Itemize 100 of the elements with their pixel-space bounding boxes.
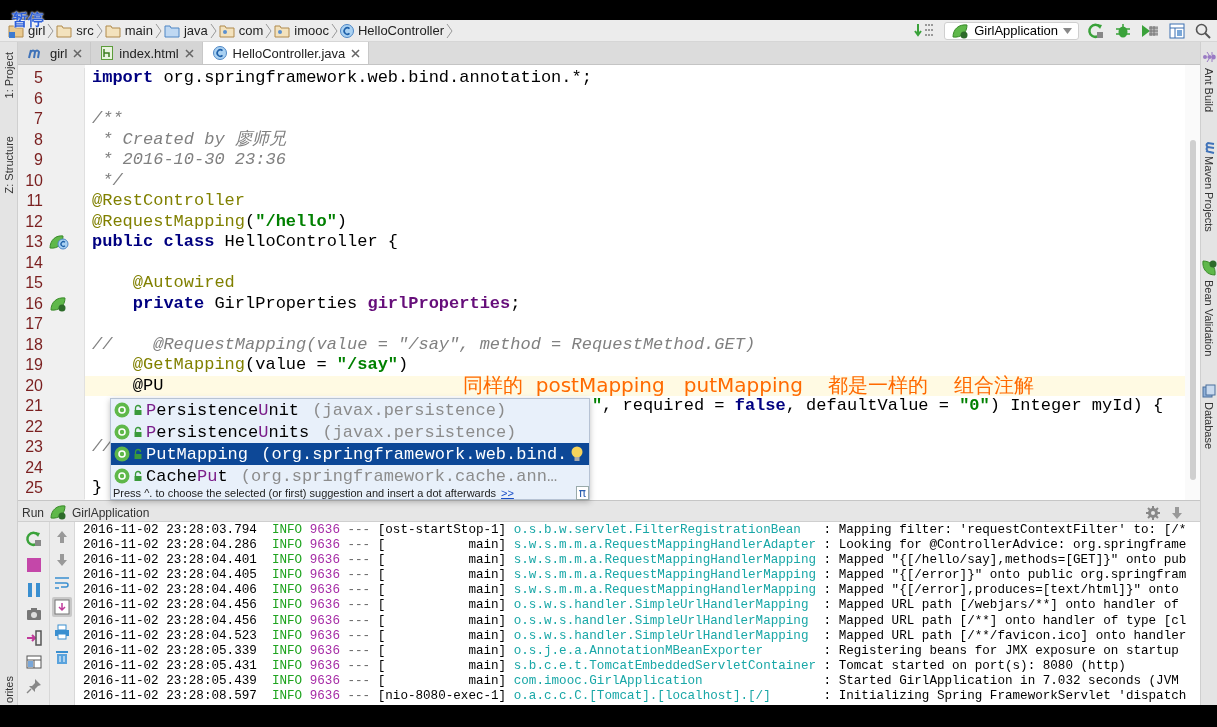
log-separator: ---: [347, 583, 371, 598]
log-timestamp: 2016-11-02 23:28:04.286: [83, 538, 257, 553]
log-thread: [ main]: [377, 583, 507, 598]
log-pid: 9636: [309, 658, 340, 673]
completion-name: CachePut: [146, 466, 228, 486]
tool-window-tab[interactable]: Maven Projects: [1201, 140, 1217, 232]
log-thread: [ main]: [377, 538, 507, 553]
log-message: : Started GirlApplication in 7.032 seconds (JVM: [823, 673, 1179, 688]
log-logger: o.s.b.w.servlet.FilterRegistrationBean: [513, 523, 801, 537]
log-logger: s.b.c.e.t.TomcatEmbeddedServletContainer: [513, 658, 817, 673]
tool-window-tab[interactable]: 1: Project: [0, 50, 17, 101]
breadcrumb-item[interactable]: main: [102, 23, 155, 38]
log-thread: [ main]: [377, 628, 507, 643]
tool-window-tab[interactable]: Z: Structure: [0, 134, 17, 196]
log-separator: ---: [347, 628, 371, 643]
log-pid: 9636: [309, 628, 340, 643]
log-level: INFO: [271, 568, 303, 583]
log-separator: ---: [347, 643, 371, 658]
log-level: INFO: [271, 673, 303, 688]
log-message: : Mapped "{[/error],produces=[text/html]}" onto: [823, 583, 1179, 598]
log-thread: [ main]: [377, 598, 507, 613]
log-separator: ---: [347, 523, 371, 537]
completion-name: PutMapping: [146, 444, 249, 464]
completion-package: (org.springframework.cache.ann…: [239, 466, 558, 486]
code-line: * 2016-10-30 23:36: [101, 150, 286, 171]
line-number: 13: [24, 233, 43, 252]
log-level: INFO: [271, 689, 303, 704]
code-line: ", required = false, defaultValue = "0") Integer myId) {: [591, 396, 1164, 417]
tool-window-tab[interactable]: Bean Validation: [1201, 259, 1217, 357]
completion-name: PersistenceUnits: [146, 422, 310, 442]
log-pid: 9636: [309, 568, 340, 583]
log-level: INFO: [271, 643, 303, 658]
log-level: INFO: [271, 598, 303, 613]
log-pid: 9636: [309, 643, 340, 658]
code-line: @RestController: [92, 191, 246, 212]
log-logger: o.s.w.s.handler.SimpleUrlHandlerMapping: [513, 628, 809, 643]
editor-tab[interactable]: index.html: [91, 42, 203, 64]
log-pid: 9636: [309, 613, 340, 628]
line-number: 24: [24, 458, 43, 477]
line-number: 20: [24, 376, 43, 395]
annotation-note: 同样的 postMapping putMapping 都是一样的 组合注解: [463, 376, 1034, 395]
pi-button[interactable]: π: [575, 486, 589, 500]
completion-hint: Press ^. to choose the selected (or first) suggestion and insert a dot afterwards: [113, 487, 497, 499]
log-level: INFO: [271, 658, 303, 673]
log-timestamp: 2016-11-02 23:28:04.456: [83, 598, 257, 613]
log-message: : Mapped URL path [/**] onto handler of type [cl: [823, 613, 1187, 628]
code-line: // @RequestMapping(value = "/say", method = RequestMethod.GET): [92, 334, 756, 355]
log-logger: s.w.s.m.m.a.RequestMappingHandlerMapping: [513, 553, 817, 568]
tool-window-tab[interactable]: orites: [0, 674, 17, 705]
completion-name: PersistenceUnit: [146, 400, 300, 420]
log-message: : Tomcat started on port(s): 8080 (http): [823, 658, 1126, 673]
log-pid: 9636: [309, 673, 340, 688]
breadcrumb-item[interactable]: src: [54, 23, 96, 38]
log-pid: 9636: [309, 689, 340, 704]
log-timestamp: 2016-11-02 23:28:04.401: [83, 553, 257, 568]
panel-title: Run: [22, 506, 44, 520]
log-timestamp: 2016-11-02 23:28:05.431: [83, 658, 257, 673]
log-thread: [ost-startStop-1]: [377, 523, 507, 537]
log-separator: ---: [347, 689, 371, 704]
log-timestamp: 2016-11-02 23:28:05.339: [83, 643, 257, 658]
tool-window-tab[interactable]: Ant Build: [1202, 50, 1216, 113]
log-message: : Mapped URL path [/**/favicon.ico] onto handler: [823, 628, 1187, 643]
breadcrumb-item[interactable]: com: [216, 23, 266, 38]
breadcrumb-item[interactable]: java: [161, 23, 210, 38]
log-message: : Registering beans for JMX exposure on startup: [823, 643, 1179, 658]
log-thread: [ main]: [377, 643, 507, 658]
line-number: 22: [24, 417, 43, 436]
log-message: : Mapped "{[/error]}" onto public org.springfram: [823, 568, 1187, 583]
breadcrumb-item[interactable]: HelloController: [338, 23, 446, 38]
log-thread: [nio-8080-exec-1]: [377, 689, 507, 704]
log-thread: [ main]: [377, 613, 507, 628]
completion-item[interactable]: PersistenceUnits (javax.persistence): [111, 421, 589, 443]
code-line: */: [101, 170, 123, 191]
line-number: 10: [24, 171, 43, 190]
log-logger: o.a.c.c.C.[Tomcat].[localhost].[/]: [513, 689, 771, 704]
line-number: 21: [24, 397, 43, 416]
log-message: : Initializing Spring FrameworkServlet 'dispatch: [823, 689, 1187, 704]
editor-tab[interactable]: HelloController.java: [202, 42, 370, 64]
more-link[interactable]: >>: [501, 487, 514, 499]
line-number: 17: [24, 315, 43, 334]
log-level: INFO: [271, 538, 303, 553]
editor-tab[interactable]: girl: [18, 42, 92, 64]
log-level: INFO: [271, 523, 303, 537]
completion-item[interactable]: PutMapping (org.springframework.web.bind.: [111, 443, 589, 465]
completion-item[interactable]: CachePut (org.springframework.cache.ann…: [111, 465, 589, 487]
run-config-dropdown[interactable]: GirlApplication: [944, 21, 1079, 40]
line-number: 12: [24, 212, 43, 231]
log-timestamp: 2016-11-02 23:28:04.456: [83, 613, 257, 628]
code-line: /**: [92, 109, 123, 130]
log-logger: s.w.s.m.m.a.RequestMappingHandlerAdapter: [513, 538, 817, 553]
log-logger: o.s.w.s.handler.SimpleUrlHandlerMapping: [513, 598, 809, 613]
tool-window-tab[interactable]: Database: [1202, 384, 1216, 450]
log-thread: [ main]: [377, 658, 507, 673]
breadcrumb-item[interactable]: imooc: [272, 23, 331, 38]
log-pid: 9636: [309, 553, 340, 568]
log-message: : Mapped URL path [/webjars/**] onto handler of: [823, 598, 1179, 613]
line-number: 19: [24, 356, 43, 375]
line-number: 11: [25, 192, 43, 211]
completion-item[interactable]: PersistenceUnit (javax.persistence): [111, 399, 589, 421]
code-line: @GetMapping(value = "/say"): [131, 355, 409, 376]
